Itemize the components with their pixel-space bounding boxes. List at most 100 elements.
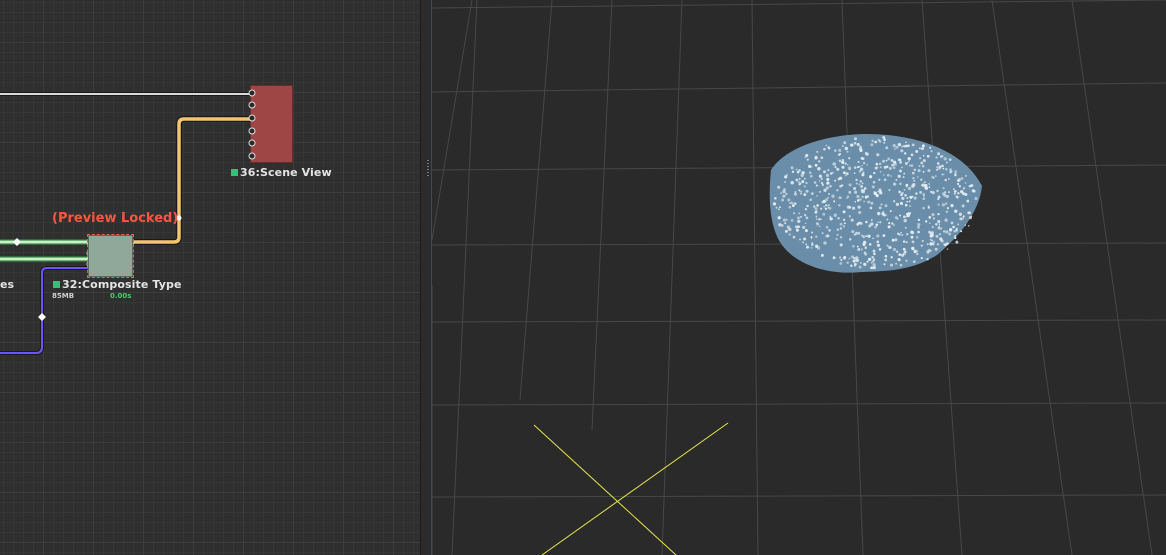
point [861, 164, 863, 167]
point [939, 227, 943, 230]
point [921, 164, 925, 168]
point [888, 188, 891, 192]
point [892, 247, 897, 252]
splitter-grip-icon[interactable] [427, 160, 429, 178]
point [922, 145, 925, 147]
point-cloud[interactable] [769, 133, 982, 273]
point [878, 188, 882, 191]
point [792, 235, 796, 239]
point [850, 264, 853, 268]
point [874, 253, 876, 256]
point [952, 188, 955, 190]
point [793, 212, 796, 215]
point [828, 193, 830, 195]
point [839, 261, 843, 265]
panel-splitter[interactable] [420, 0, 432, 555]
point [901, 234, 904, 236]
point [945, 230, 949, 234]
point [959, 217, 963, 221]
point [880, 203, 883, 206]
point [804, 177, 806, 180]
point [781, 198, 785, 202]
scene-port-5 [248, 139, 256, 147]
point [955, 229, 958, 232]
point [845, 197, 848, 200]
point [803, 237, 807, 241]
point [838, 204, 841, 207]
point [844, 162, 847, 165]
point [875, 162, 879, 166]
point [842, 145, 844, 148]
point [799, 238, 801, 241]
point [938, 165, 942, 169]
point [918, 147, 921, 150]
point [870, 222, 874, 226]
point [967, 224, 970, 227]
point [838, 176, 843, 180]
point [904, 226, 907, 229]
point [919, 157, 922, 160]
point [900, 231, 903, 234]
point [862, 157, 865, 161]
point [886, 244, 889, 247]
point [887, 225, 891, 229]
point [824, 207, 828, 210]
point [826, 177, 830, 181]
point [826, 196, 830, 199]
point [927, 206, 930, 209]
point [911, 240, 915, 244]
node-editor-panel[interactable]: 36:Scene View (Preview Locked) 32:Compos… [0, 0, 420, 555]
point [890, 256, 893, 259]
point [920, 257, 923, 260]
point [838, 148, 842, 152]
point [897, 142, 902, 147]
point [793, 192, 797, 196]
point [884, 213, 887, 217]
point [879, 170, 882, 173]
point [915, 192, 918, 195]
point [941, 164, 944, 168]
grid-line [432, 0, 473, 241]
point [848, 215, 851, 218]
point [784, 229, 788, 233]
point [863, 262, 867, 267]
point [873, 191, 876, 194]
point [889, 246, 892, 249]
point [891, 222, 894, 225]
point [922, 206, 925, 210]
point [857, 161, 860, 163]
point [901, 196, 905, 200]
composite-type-node[interactable] [87, 234, 134, 278]
point [808, 171, 812, 174]
point [930, 235, 933, 238]
point [961, 204, 965, 208]
point [865, 220, 868, 224]
point [944, 178, 947, 182]
point [860, 190, 864, 194]
point [934, 175, 937, 178]
point [864, 195, 868, 199]
point [884, 204, 888, 208]
point [920, 161, 924, 165]
point [782, 194, 786, 198]
point [897, 174, 901, 178]
point [873, 171, 876, 175]
point [833, 149, 837, 152]
scene-viewport[interactable] [432, 0, 1166, 555]
point [899, 214, 902, 217]
point [825, 204, 828, 207]
point [915, 150, 919, 153]
point [899, 169, 902, 173]
point [917, 230, 920, 234]
point [861, 195, 864, 199]
point [845, 172, 849, 176]
point [892, 143, 896, 148]
point [902, 247, 906, 251]
point [778, 206, 782, 209]
point [814, 211, 817, 214]
point [895, 202, 899, 206]
point [868, 243, 872, 246]
point [815, 184, 818, 187]
point [802, 241, 805, 244]
point [912, 177, 915, 180]
